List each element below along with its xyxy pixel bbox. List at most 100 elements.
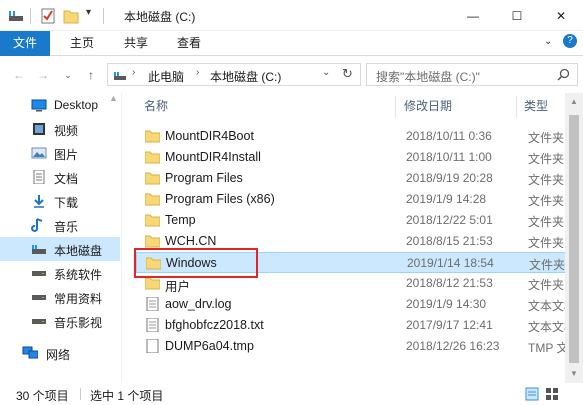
- properties-icon[interactable]: [40, 7, 56, 25]
- up-arrow-icon: ↑: [88, 68, 94, 82]
- file-type: 文件夹: [528, 152, 565, 166]
- item-count: 30 个项目: [16, 389, 69, 403]
- nav-item-label: 视频: [54, 124, 79, 138]
- breadcrumb-separator-icon: ›: [196, 67, 200, 78]
- nav-item-music[interactable]: 音乐: [0, 213, 120, 237]
- nav-item-videos[interactable]: 视频: [0, 117, 120, 141]
- file-name: DUMP6a04.tmp: [165, 339, 254, 353]
- list-item[interactable]: Temp 2018/12/22 5:01 文件夹: [136, 210, 565, 231]
- nav-item-local-disk[interactable]: 本地磁盘: [0, 237, 120, 261]
- nav-item-network[interactable]: 网络: [0, 341, 120, 365]
- status-bar: 30 个项目 选中 1 个项目: [0, 383, 583, 405]
- file-date: 2018/10/11 0:36: [406, 129, 492, 143]
- nav-item-label: 网络: [46, 348, 71, 362]
- nav-item-label: 文档: [54, 172, 79, 186]
- back-arrow-icon: ←: [13, 68, 25, 82]
- text-file-icon: [146, 318, 159, 332]
- list-item[interactable]: Program Files 2018/9/19 20:28 文件夹: [136, 168, 565, 189]
- nav-scrollbar[interactable]: [121, 93, 122, 383]
- file-type: 文件夹: [528, 173, 565, 187]
- column-separator[interactable]: [516, 96, 517, 118]
- help-icon[interactable]: ?: [563, 34, 577, 48]
- nav-item-media[interactable]: 音乐影视: [0, 309, 120, 333]
- nav-item-label: 系统软件: [54, 268, 103, 282]
- file-type: 文件夹: [528, 194, 565, 208]
- column-header-date[interactable]: 修改日期: [404, 93, 514, 119]
- column-header-name[interactable]: 名称: [144, 93, 399, 119]
- drive-icon: [32, 271, 46, 276]
- search-placeholder: 搜索"本地磁盘 (C:)": [376, 70, 480, 84]
- maximize-button[interactable]: ☐: [495, 0, 539, 31]
- nav-item-label: Desktop: [54, 98, 99, 112]
- file-name: WCH.CN: [165, 234, 217, 248]
- highlight-box: [134, 248, 258, 278]
- back-button[interactable]: ←: [10, 66, 28, 84]
- breadcrumb-current[interactable]: 本地磁盘 (C:): [210, 68, 281, 85]
- pictures-icon: [31, 147, 47, 159]
- file-date: 2017/9/17 12:41: [406, 318, 493, 332]
- tab-share[interactable]: 共享: [116, 31, 156, 56]
- breadcrumb-this-pc[interactable]: 此电脑: [148, 68, 184, 85]
- file-name: Program Files: [165, 171, 243, 185]
- vertical-scrollbar[interactable]: ▲ ▼: [565, 93, 583, 383]
- close-button[interactable]: ✕: [539, 0, 583, 31]
- quick-access-dropdown-icon[interactable]: ▾: [86, 7, 91, 18]
- tab-file[interactable]: 文件: [0, 31, 50, 56]
- drive-icon: [32, 319, 46, 324]
- maximize-icon: ☐: [511, 8, 523, 23]
- file-type: 文件夹: [528, 215, 565, 229]
- app-drive-icon: [9, 11, 23, 21]
- column-header-type[interactable]: 类型: [524, 93, 565, 119]
- forward-button[interactable]: →: [34, 66, 52, 84]
- nav-item-downloads[interactable]: 下载: [0, 189, 120, 213]
- nav-item-label: 常用资料: [54, 292, 103, 306]
- expand-ribbon-icon[interactable]: ⌄: [544, 36, 552, 47]
- title-bar: ▾ 本地磁盘 (C:) — ☐ ✕: [0, 0, 583, 31]
- download-icon: [34, 195, 44, 208]
- selection-count: 选中 1 个项目: [90, 389, 164, 403]
- file-date: 2018/8/15 21:53: [406, 234, 493, 248]
- address-dropdown-icon[interactable]: ⌄: [322, 67, 330, 78]
- video-icon: [33, 123, 45, 135]
- drive-icon: [32, 295, 46, 300]
- nav-item-pictures[interactable]: 图片: [0, 141, 120, 165]
- forward-arrow-icon: →: [37, 68, 49, 82]
- documents-icon: [33, 170, 45, 184]
- tab-home[interactable]: 主页: [62, 31, 102, 56]
- list-item[interactable]: bfghobfcz2018.txt 2017/9/17 12:41 文本文档: [136, 315, 565, 336]
- file-date: 2019/1/9 14:30: [406, 297, 487, 311]
- scrollbar-thumb[interactable]: [569, 115, 579, 363]
- minimize-icon: —: [467, 8, 479, 23]
- scroll-down-icon[interactable]: ▼: [570, 369, 578, 378]
- music-icon: [31, 218, 43, 232]
- recent-locations-button[interactable]: ⌄: [59, 66, 77, 84]
- folder-icon: [145, 193, 160, 206]
- tab-view[interactable]: 查看: [169, 31, 209, 56]
- list-item[interactable]: aow_drv.log 2019/1/9 14:30 文本文档: [136, 294, 565, 315]
- nav-item-system-software[interactable]: 系统软件: [0, 261, 120, 285]
- nav-item-common-data[interactable]: 常用资料: [0, 285, 120, 309]
- up-button[interactable]: ↑: [82, 66, 100, 84]
- refresh-icon[interactable]: ↻: [342, 66, 353, 82]
- details-view-icon[interactable]: [525, 387, 539, 401]
- list-item[interactable]: MountDIR4Boot 2018/10/11 0:36 文件夹: [136, 126, 565, 147]
- nav-item-documents[interactable]: 文档: [0, 165, 120, 189]
- large-icons-view-icon[interactable]: [545, 387, 559, 401]
- breadcrumb-separator-icon: ›: [132, 67, 136, 78]
- folder-icon: [145, 277, 160, 290]
- folder-icon: [145, 151, 160, 164]
- list-item[interactable]: Program Files (x86) 2019/1/9 14:28 文件夹: [136, 189, 565, 210]
- folder-icon: [145, 130, 160, 143]
- list-item[interactable]: MountDIR4Install 2018/10/11 1:00 文件夹: [136, 147, 565, 168]
- scroll-up-icon[interactable]: ▲: [570, 97, 578, 106]
- minimize-button[interactable]: —: [451, 0, 495, 31]
- new-folder-icon[interactable]: [63, 7, 79, 25]
- search-input[interactable]: 搜索"本地磁盘 (C:)": [366, 63, 578, 86]
- column-separator[interactable]: [395, 96, 396, 118]
- file-date: 2018/12/26 16:23: [406, 339, 500, 353]
- address-bar[interactable]: › 此电脑 › 本地磁盘 (C:) ⌄ ↻: [107, 63, 361, 86]
- file-list: ⌃ 名称 修改日期 类型 MountDIR4Boot 2018/10/11 0:…: [124, 93, 565, 383]
- nav-item-desktop[interactable]: Desktop: [0, 93, 120, 117]
- list-item[interactable]: DUMP6a04.tmp 2018/12/26 16:23 TMP 文件: [136, 336, 565, 357]
- file-date: 2018/8/12 21:53: [406, 276, 493, 290]
